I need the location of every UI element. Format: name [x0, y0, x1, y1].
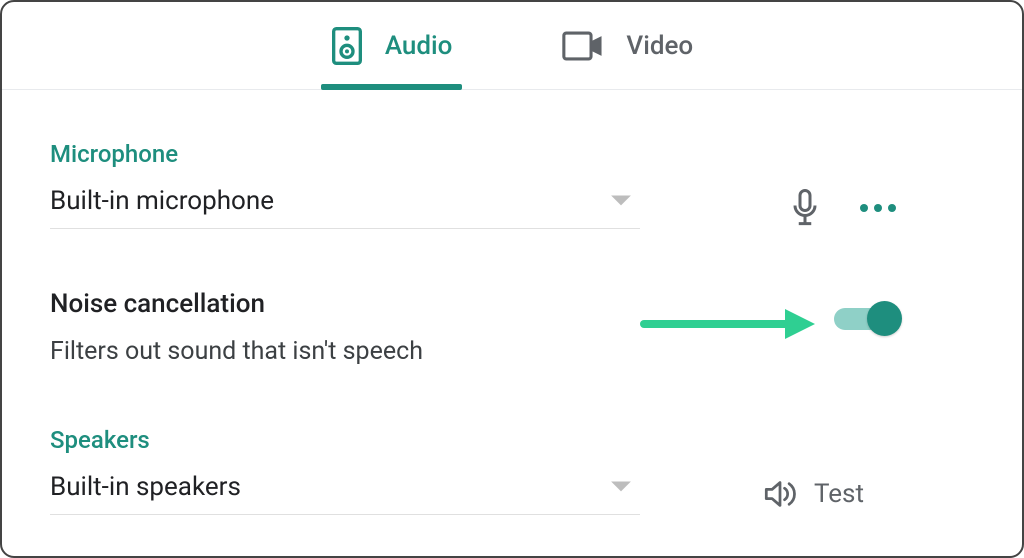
tab-audio[interactable]: Audio	[331, 2, 453, 89]
test-speakers-button[interactable]: Test	[764, 479, 864, 509]
speakers-section: Speakers Built-in speakers	[50, 426, 974, 515]
microphone-selected-value: Built-in microphone	[50, 186, 274, 216]
chevron-down-icon	[610, 481, 632, 493]
tab-audio-label: Audio	[385, 31, 453, 61]
microphone-label: Microphone	[50, 140, 974, 168]
speaker-sound-icon	[764, 479, 796, 509]
chevron-down-icon	[610, 195, 632, 207]
test-label: Test	[814, 479, 864, 509]
noise-cancellation-toggle[interactable]	[834, 301, 902, 336]
content: Microphone Built-in microphone	[2, 90, 1022, 515]
video-camera-icon	[562, 31, 604, 61]
tab-video-label: Video	[626, 31, 693, 61]
toggle-knob	[867, 301, 902, 336]
speakers-selected-value: Built-in speakers	[50, 472, 241, 502]
tabs: Audio Video	[2, 2, 1022, 90]
noise-cancellation-description: Filters out sound that isn't speech	[50, 337, 974, 366]
pointer-arrow	[640, 307, 818, 341]
speakers-label: Speakers	[50, 426, 974, 454]
tab-video[interactable]: Video	[562, 2, 693, 89]
more-menu-icon[interactable]	[860, 204, 896, 212]
noise-cancellation-section: Noise cancellation Filters out sound tha…	[50, 289, 974, 366]
microphone-select[interactable]: Built-in microphone	[50, 186, 640, 229]
microphone-icon[interactable]	[790, 189, 820, 227]
speakers-select[interactable]: Built-in speakers	[50, 472, 640, 515]
microphone-section: Microphone Built-in microphone	[50, 140, 974, 229]
audio-settings-panel: Audio Video Microphone Built-in micropho…	[0, 0, 1024, 558]
speaker-box-icon	[331, 27, 363, 65]
